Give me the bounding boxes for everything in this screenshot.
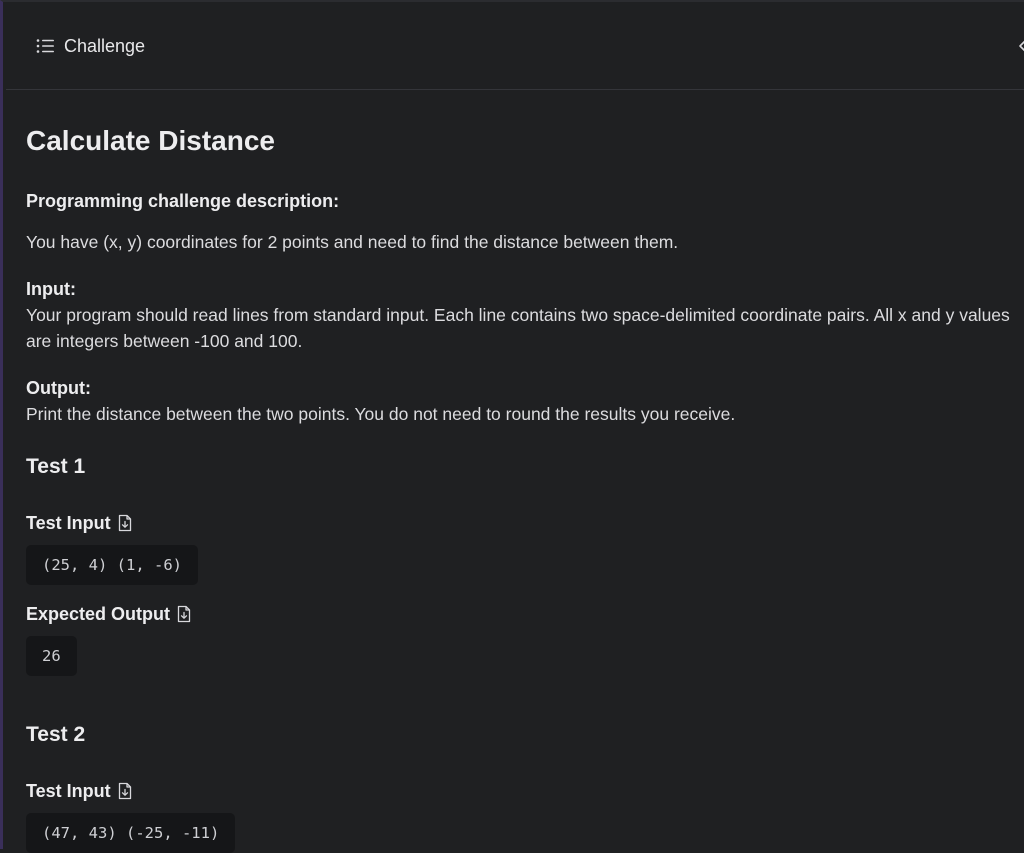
download-file-icon[interactable] bbox=[177, 605, 191, 623]
test-2-input-code: (47, 43) (-25, -11) bbox=[26, 813, 236, 853]
test-1-output-label-row: Expected Output bbox=[26, 603, 191, 625]
input-label: Input: bbox=[26, 279, 76, 299]
description-text: You have (x, y) coordinates for 2 points… bbox=[26, 232, 679, 252]
challenge-title: Calculate Distance bbox=[26, 125, 275, 156]
output-text: Print the distance between the two point… bbox=[26, 404, 736, 424]
panel-header: Challenge bbox=[6, 4, 1024, 90]
list-icon bbox=[36, 39, 54, 53]
test-2-heading: Test 2 bbox=[26, 723, 86, 746]
description-label: Programming challenge description: bbox=[26, 191, 340, 211]
test-1-heading: Test 1 bbox=[26, 455, 86, 478]
header-title: Challenge bbox=[64, 36, 146, 56]
challenge-panel: Challenge Calculate Distance Programming… bbox=[0, 0, 1024, 853]
download-file-icon[interactable] bbox=[118, 782, 132, 800]
test-1-output-code: 26 bbox=[26, 636, 77, 676]
test-1-input-code: (25, 4) (1, -6) bbox=[26, 545, 198, 585]
test-1-input-label-row: Test Input bbox=[26, 512, 132, 534]
test-2-input-label: Test Input bbox=[26, 781, 111, 801]
chevron-left-icon[interactable] bbox=[1017, 39, 1024, 53]
download-file-icon[interactable] bbox=[118, 514, 132, 532]
test-1-input-label: Test Input bbox=[26, 513, 111, 533]
output-label: Output: bbox=[26, 378, 91, 398]
test-2-input-label-row: Test Input bbox=[26, 780, 132, 802]
challenge-tab[interactable]: Challenge bbox=[36, 36, 145, 56]
test-1-output-label: Expected Output bbox=[26, 604, 171, 624]
input-text: Your program should read lines from stan… bbox=[26, 305, 1010, 351]
